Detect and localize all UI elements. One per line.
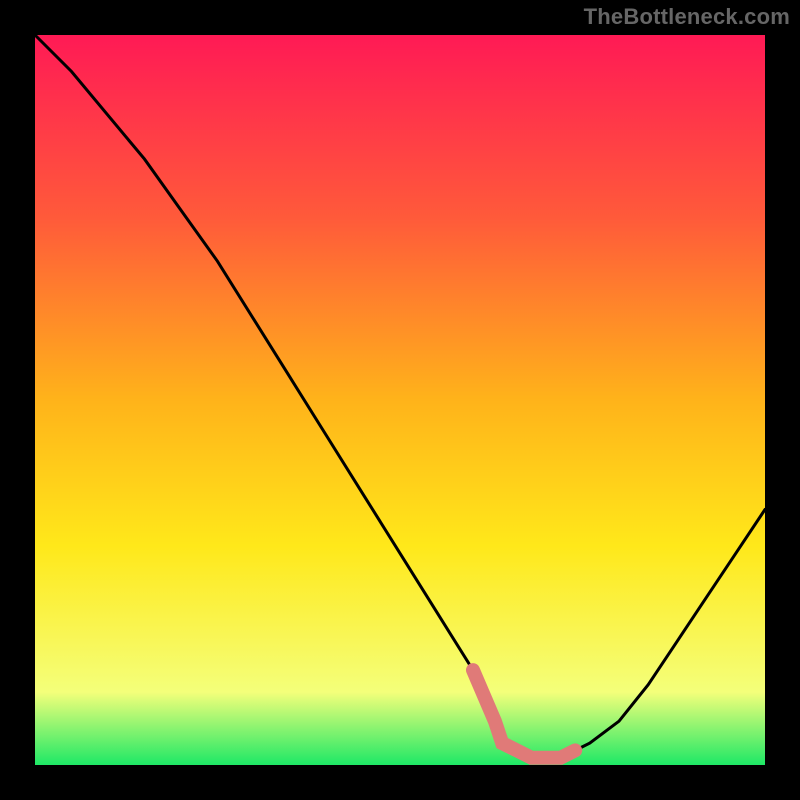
watermark-text: TheBottleneck.com [584, 4, 790, 30]
chart-svg [0, 0, 800, 800]
chart-frame: TheBottleneck.com [0, 0, 800, 800]
plot-background [35, 35, 765, 765]
